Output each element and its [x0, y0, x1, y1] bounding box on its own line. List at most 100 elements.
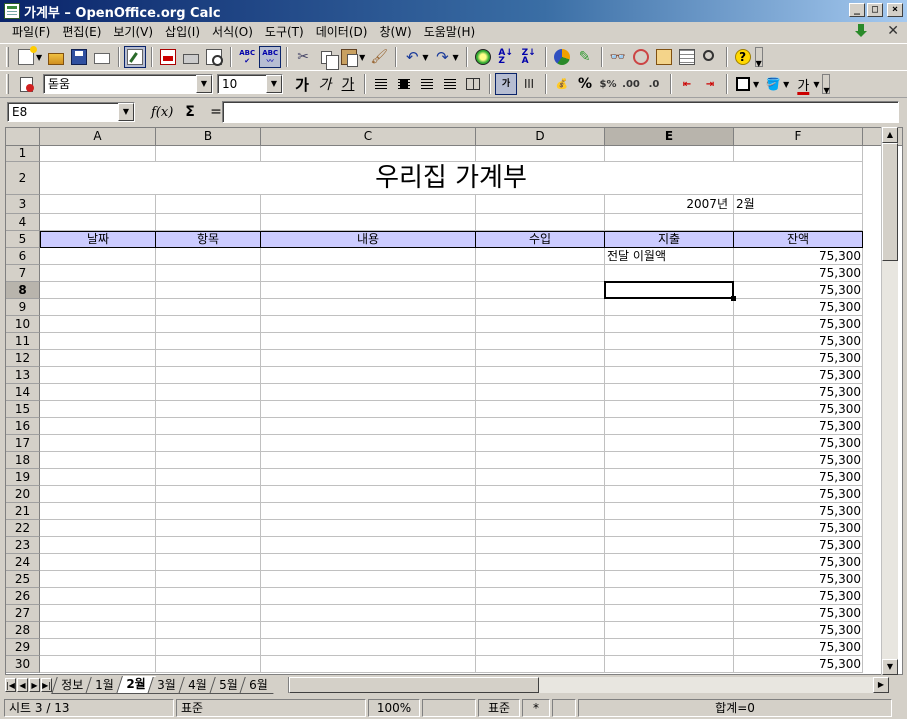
chevron-down-icon[interactable]: ▼ — [118, 103, 134, 121]
row-header[interactable]: 5 — [6, 231, 40, 248]
save-button[interactable] — [68, 46, 90, 68]
cut-button[interactable]: ✂ — [292, 46, 314, 68]
copy-button[interactable] — [315, 46, 339, 70]
row-header[interactable]: 15 — [6, 401, 40, 418]
last-sheet-button[interactable]: ▶| — [41, 678, 52, 692]
autospell-button[interactable]: ABC 〰 — [259, 46, 282, 68]
horizontal-scroll-thumb[interactable] — [289, 677, 539, 693]
row-header[interactable]: 18 — [6, 452, 40, 469]
merge-cells-button[interactable] — [462, 73, 484, 95]
row-header[interactable]: 17 — [6, 435, 40, 452]
column-header-b[interactable]: B — [156, 128, 261, 146]
row-header[interactable]: 2 — [6, 162, 40, 195]
row-header[interactable]: 4 — [6, 214, 40, 231]
menu-file[interactable]: 파일(F) — [6, 23, 56, 41]
sheet-tab[interactable]: 6월 — [239, 677, 279, 694]
chevron-down-icon[interactable]: ▼ — [196, 75, 212, 93]
row-header[interactable]: 8 — [6, 282, 40, 299]
help-button[interactable]: ? — [732, 46, 754, 68]
column-header-e[interactable]: E — [605, 128, 734, 146]
delete-decimal-button[interactable]: .0 — [643, 73, 665, 95]
show-draw-functions-button[interactable]: ✎ — [574, 46, 596, 68]
sort-ascending-button[interactable]: A↓ Z — [495, 46, 517, 68]
email-button[interactable] — [91, 46, 113, 68]
styles-formatting-button[interactable] — [15, 73, 37, 95]
row-header[interactable]: 21 — [6, 503, 40, 520]
row-header[interactable]: 3 — [6, 195, 40, 214]
data-sources-button[interactable] — [676, 46, 698, 68]
increase-indent-button[interactable]: ⇥ — [699, 73, 721, 95]
row-header[interactable]: 1 — [6, 146, 40, 162]
update-download-icon[interactable] — [853, 23, 869, 39]
bold-button[interactable]: 가 — [291, 73, 313, 95]
status-zoom[interactable]: 100% — [368, 699, 420, 717]
horizontal-scrollbar[interactable]: ▶ — [288, 677, 889, 693]
row-header[interactable]: 29 — [6, 639, 40, 656]
decrease-indent-button[interactable]: ⇤ — [676, 73, 698, 95]
row-header[interactable]: 7 — [6, 265, 40, 282]
menu-window[interactable]: 창(W) — [373, 23, 417, 41]
toolbar-grip[interactable] — [6, 74, 9, 94]
redo-button[interactable]: ↷ — [431, 46, 453, 68]
page-preview-button[interactable] — [203, 46, 225, 68]
undo-button[interactable]: ↶ — [401, 46, 423, 68]
export-pdf-button[interactable] — [157, 46, 179, 68]
next-sheet-button[interactable]: ▶ — [29, 678, 40, 692]
print-button[interactable] — [180, 46, 202, 68]
scroll-up-button[interactable]: ▲ — [882, 127, 898, 143]
align-center-button[interactable] — [393, 73, 415, 95]
column-header-c[interactable]: C — [261, 128, 476, 146]
font-color-button[interactable]: 가 — [792, 73, 814, 95]
percent-format-button[interactable]: % — [574, 73, 596, 95]
clone-format-button[interactable]: 🖌 — [368, 46, 390, 68]
spreadsheet-grid[interactable]: A B C D E F 1 2 3 4 5 6 7 8 9 10 11 12 13 14 15 16 17 18 19 20 21 2… — [5, 127, 903, 675]
vertical-text-button[interactable]: ||| — [518, 73, 540, 95]
scroll-right-button[interactable]: ▶ — [873, 677, 889, 693]
status-page-style[interactable]: 표준 — [176, 699, 366, 717]
wrap-text-button[interactable]: 가 — [495, 73, 517, 95]
menu-data[interactable]: 데이터(D) — [310, 23, 374, 41]
scroll-down-button[interactable]: ▼ — [882, 659, 898, 675]
font-size-combo[interactable]: 10 ▼ — [217, 74, 283, 94]
new-document-button[interactable] — [15, 46, 37, 68]
row-header[interactable]: 14 — [6, 384, 40, 401]
edit-file-button[interactable] — [124, 46, 147, 68]
open-button[interactable] — [45, 46, 67, 68]
row-header[interactable]: 27 — [6, 605, 40, 622]
gallery-button[interactable] — [653, 46, 675, 68]
italic-button[interactable]: 가 — [314, 73, 336, 95]
vertical-scroll-thumb[interactable] — [882, 143, 898, 261]
status-signature[interactable] — [552, 699, 576, 717]
maximize-button[interactable]: □ — [867, 3, 883, 17]
status-mode[interactable]: 표준 — [478, 699, 520, 717]
close-button[interactable]: × — [887, 3, 903, 17]
navigator-button[interactable] — [472, 46, 494, 68]
name-box[interactable]: E8 ▼ — [7, 102, 135, 122]
row-header[interactable]: 24 — [6, 554, 40, 571]
column-header-d[interactable]: D — [476, 128, 605, 146]
row-header[interactable]: 11 — [6, 333, 40, 350]
add-decimal-button[interactable]: .00 — [620, 73, 642, 95]
standard-format-button[interactable]: $% — [597, 73, 619, 95]
row-header[interactable]: 22 — [6, 520, 40, 537]
row-header[interactable]: 20 — [6, 486, 40, 503]
selected-cell-cursor[interactable] — [604, 281, 736, 301]
prev-sheet-button[interactable]: ◀ — [17, 678, 28, 692]
menu-view[interactable]: 보기(V) — [107, 23, 159, 41]
background-color-button[interactable]: 🪣 — [762, 73, 784, 95]
toolbar-grip[interactable] — [6, 47, 9, 67]
close-document-icon[interactable]: ✕ — [887, 23, 899, 39]
menu-tools[interactable]: 도구(T) — [259, 23, 310, 41]
row-header[interactable]: 6 — [6, 248, 40, 265]
font-name-combo[interactable]: 돋움 ▼ — [43, 74, 213, 94]
navigator-panel-button[interactable] — [630, 46, 652, 68]
align-right-button[interactable] — [416, 73, 438, 95]
row-header[interactable]: 12 — [6, 350, 40, 367]
row-header[interactable]: 25 — [6, 571, 40, 588]
zoom-button[interactable] — [699, 46, 721, 68]
paste-button[interactable] — [338, 46, 360, 68]
minimize-button[interactable]: _ — [849, 3, 865, 17]
column-header-a[interactable]: A — [40, 128, 156, 146]
toolbar-more-icon[interactable]: ▼ — [754, 47, 763, 68]
formula-input[interactable] — [222, 101, 899, 123]
